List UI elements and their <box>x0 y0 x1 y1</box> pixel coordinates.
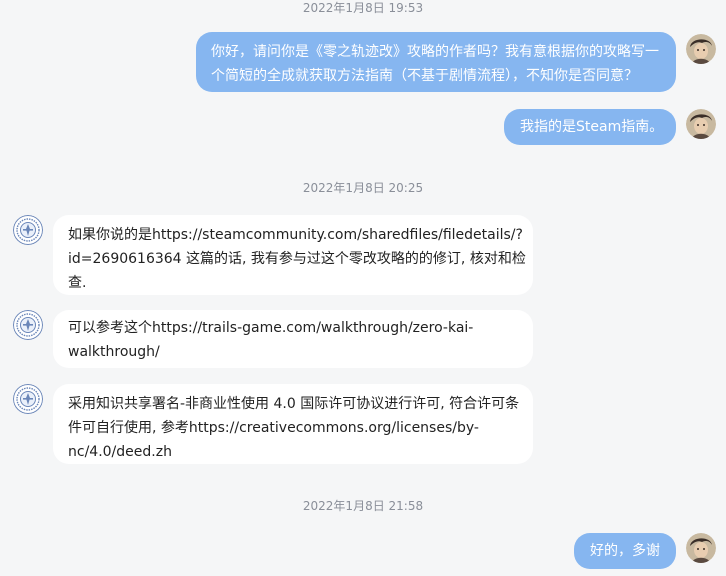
message-text: 你好，请问你是《零之轨迹改》攻略的作者吗？我有意根据你的攻略写一 <box>211 44 659 60</box>
seal-avatar-icon <box>13 215 43 245</box>
user-avatar-icon <box>686 34 716 64</box>
message-text: 可以参考这个https://trails-game.com/walkthroug… <box>68 320 474 336</box>
chat-window: 2022年1月8日 19:53 你好，请问你是《零之轨迹改》攻略的作者吗？我有意… <box>0 0 726 576</box>
seal-avatar[interactable] <box>13 384 43 414</box>
seal-avatar[interactable] <box>13 215 43 245</box>
user-avatar[interactable] <box>686 533 716 563</box>
user-avatar[interactable] <box>686 109 716 139</box>
seal-avatar-icon <box>13 310 43 340</box>
message-text: 查. <box>68 275 87 291</box>
timestamp: 2022年1月8日 19:53 <box>302 1 424 15</box>
timestamp: 2022年1月8日 21:58 <box>302 499 424 513</box>
user-avatar[interactable] <box>686 34 716 64</box>
my-message-bubble[interactable]: 我指的是Steam指南。 <box>504 109 676 145</box>
timestamp: 2022年1月8日 20:25 <box>302 181 424 195</box>
reply-message-bubble[interactable]: 采用知识共享署名-非商业性使用 4.0 国际许可协议进行许可, 符合许可条 件可… <box>53 384 533 464</box>
seal-avatar[interactable] <box>13 310 43 340</box>
reply-message-bubble[interactable]: 如果你说的是https://steamcommunity.com/sharedf… <box>53 215 533 295</box>
message-text: 个简短的全成就获取方法指南（不基于剧情流程），不知你是否同意？ <box>211 68 638 84</box>
seal-avatar-icon <box>13 384 43 414</box>
message-text: 采用知识共享署名-非商业性使用 4.0 国际许可协议进行许可, 符合许可条 <box>68 396 520 412</box>
my-message-bubble[interactable]: 好的，多谢 <box>574 533 676 569</box>
message-text: 如果你说的是https://steamcommunity.com/sharedf… <box>68 227 523 243</box>
reply-message-bubble[interactable]: 可以参考这个https://trails-game.com/walkthroug… <box>53 310 533 368</box>
my-message-bubble[interactable]: 你好，请问你是《零之轨迹改》攻略的作者吗？我有意根据你的攻略写一 个简短的全成就… <box>196 32 676 92</box>
message-text: 好的，多谢 <box>590 543 660 559</box>
user-avatar-icon <box>686 109 716 139</box>
message-text: nc/4.0/deed.zh <box>68 444 172 460</box>
message-text: 件可自行使用, 参考https://creativecommons.org/li… <box>68 420 479 436</box>
message-text: 我指的是Steam指南。 <box>520 119 664 135</box>
user-avatar-icon <box>686 533 716 563</box>
message-text: walkthrough/ <box>68 344 160 360</box>
message-text: id=2690616364 这篇的话, 我有参与过这个零改攻略的的修订, 核对和… <box>68 251 526 267</box>
